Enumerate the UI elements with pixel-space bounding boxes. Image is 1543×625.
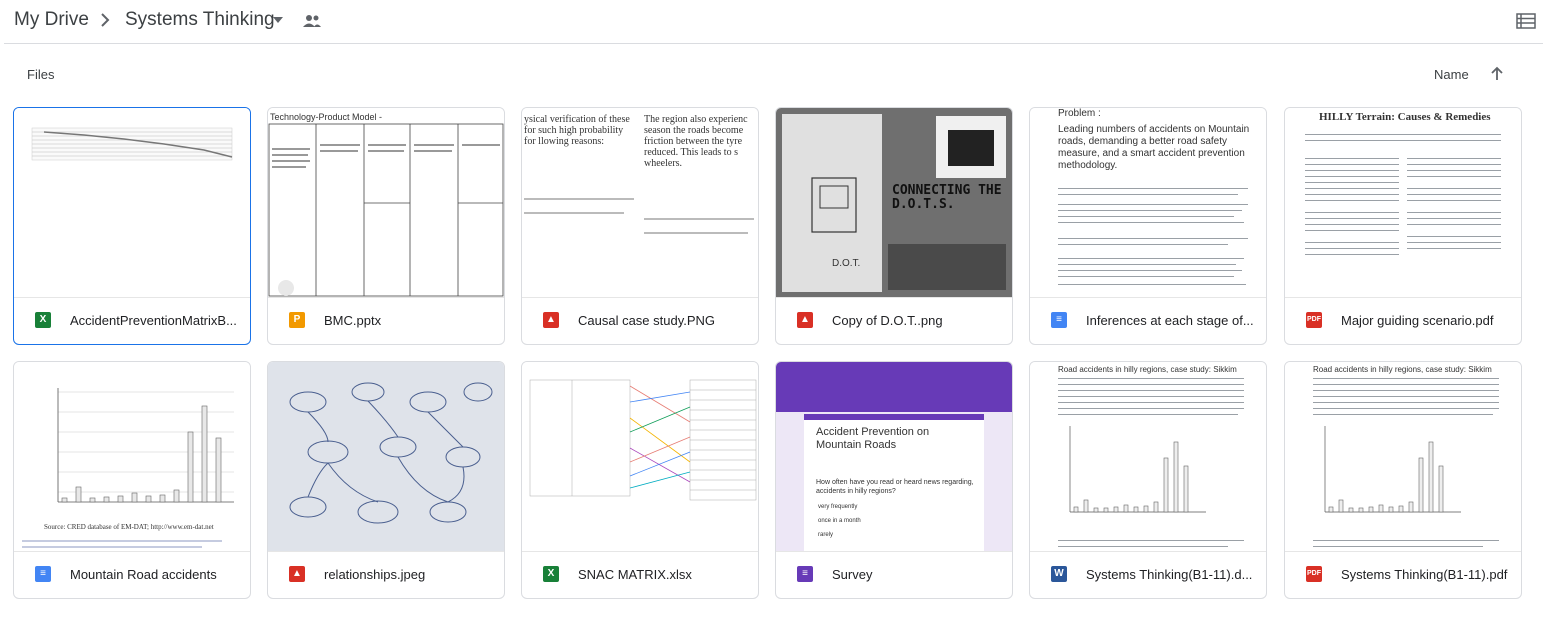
file-name[interactable]: Inferences at each stage of... — [1086, 312, 1258, 329]
thumbnail-bmc: Technology-Product Model - — [268, 108, 504, 298]
thumbnail-doc: Problem : Leading numbers of accidents o… — [1030, 108, 1266, 298]
file-card[interactable]: ▲ relationships.jpeg — [267, 361, 505, 599]
thumb-survey-option: rarely — [818, 532, 834, 538]
file-card-footer: ≡ Mountain Road accidents — [14, 552, 250, 598]
file-card-footer: P BMC.pptx — [268, 298, 504, 344]
file-name[interactable]: relationships.jpeg — [324, 566, 496, 583]
thumb-source-note: Source: CRED database of EM-DAT; http://… — [44, 523, 214, 531]
file-name[interactable]: AccidentPreventionMatrixB... — [70, 312, 242, 329]
file-card-footer: ▲ Copy of D.O.T..png — [776, 298, 1012, 344]
docs-icon: ≡ — [1051, 312, 1067, 328]
pdf-icon: PDF — [1306, 312, 1322, 328]
breadcrumb-my-drive[interactable]: My Drive — [14, 9, 89, 31]
file-card-footer: X AccidentPreventionMatrixB... — [14, 298, 250, 344]
thumbnail-pdf: HILLY Terrain: Causes & Remedies — [1285, 108, 1521, 298]
thumb-causal-col1: ysical verification of these for such hi… — [524, 114, 630, 147]
file-card[interactable]: Road accidents in hilly regions, case st… — [1284, 361, 1522, 599]
file-card[interactable]: Technology-Product Model - P BMC.pptx — [267, 107, 505, 345]
forms-icon: ≡ — [797, 566, 813, 582]
file-card[interactable]: Road accidents in hilly regions, case st… — [1029, 361, 1267, 599]
file-name[interactable]: Copy of D.O.T..png — [832, 312, 1004, 329]
thumb-causal-col2: The region also experienc season the roa… — [644, 114, 748, 169]
thumb-dot-title: CONNECTING THE D.O.T.S. — [892, 183, 1002, 212]
breadcrumb-folder[interactable]: Systems Thinking — [125, 9, 275, 31]
thumb-survey-title: Accident Prevention on Mountain Roads — [816, 426, 930, 451]
thumb-survey-option: very frequently — [818, 504, 858, 510]
file-card-footer: ≡ Survey — [776, 552, 1012, 598]
file-name[interactable]: BMC.pptx — [324, 312, 496, 329]
file-card[interactable]: CONNECTING THE D.O.T.S. D.O.T. ▲ Copy of… — [775, 107, 1013, 345]
list-view-icon[interactable] — [1516, 12, 1536, 30]
thumb-dot-label: D.O.T. — [832, 258, 861, 269]
sheets-icon: X — [543, 566, 559, 582]
file-card[interactable]: ysical verification of these for such hi… — [521, 107, 759, 345]
image-icon: ▲ — [543, 312, 559, 328]
thumb-survey-question: How often have you read or heard news re… — [816, 479, 974, 495]
file-card-footer: W Systems Thinking(B1-11).d... — [1030, 552, 1266, 598]
file-card[interactable]: X AccidentPreventionMatrixB... — [13, 107, 251, 345]
thumbnail-form: Accident Prevention on Mountain Roads Ho… — [776, 362, 1012, 552]
sheets-icon: X — [35, 312, 51, 328]
thumbnail-matrix — [522, 362, 758, 552]
header-divider — [4, 43, 1543, 44]
file-card-footer: PDF Systems Thinking(B1-11).pdf — [1285, 552, 1521, 598]
thumb-problem-title: Problem : — [1058, 108, 1101, 119]
file-card[interactable]: Problem : Leading numbers of accidents o… — [1029, 107, 1267, 345]
sort-by-name-button[interactable]: Name — [1434, 67, 1469, 82]
thumbnail-bar-chart: Source: CRED database of EM-DAT; http://… — [14, 362, 250, 552]
thumbnail-sketch — [268, 362, 504, 552]
thumbnail-spreadsheet — [14, 108, 250, 298]
file-name[interactable]: Mountain Road accidents — [70, 566, 242, 583]
file-card-footer: ≡ Inferences at each stage of... — [1030, 298, 1266, 344]
thumb-scenario-title: HILLY Terrain: Causes & Remedies — [1319, 111, 1491, 123]
file-name[interactable]: SNAC MATRIX.xlsx — [578, 566, 750, 583]
pdf-icon: PDF — [1306, 566, 1322, 582]
thumb-survey-option: once in a month — [818, 518, 861, 524]
file-name[interactable]: Survey — [832, 566, 1004, 583]
arrow-up-icon[interactable] — [1489, 66, 1505, 82]
thumbnail-causal: ysical verification of these for such hi… — [522, 108, 758, 298]
image-icon: ▲ — [289, 566, 305, 582]
file-card[interactable]: Accident Prevention on Mountain Roads Ho… — [775, 361, 1013, 599]
file-card-footer: X SNAC MATRIX.xlsx — [522, 552, 758, 598]
word-icon: W — [1051, 566, 1067, 582]
thumbnail-word: Road accidents in hilly regions, case st… — [1030, 362, 1266, 552]
slides-icon: P — [289, 312, 305, 328]
docs-icon: ≡ — [35, 566, 51, 582]
file-card-footer: ▲ relationships.jpeg — [268, 552, 504, 598]
file-name[interactable]: Causal case study.PNG — [578, 312, 750, 329]
file-card[interactable]: X SNAC MATRIX.xlsx — [521, 361, 759, 599]
dropdown-caret-icon[interactable] — [272, 14, 284, 26]
file-name[interactable]: Major guiding scenario.pdf — [1341, 312, 1513, 329]
chevron-right-icon — [101, 13, 110, 27]
image-icon: ▲ — [797, 312, 813, 328]
thumbnail-pdf: Road accidents in hilly regions, case st… — [1285, 362, 1521, 552]
file-card-footer: PDF Major guiding scenario.pdf — [1285, 298, 1521, 344]
file-card[interactable]: HILLY Terrain: Causes & Remedies PDF Maj… — [1284, 107, 1522, 345]
file-name[interactable]: Systems Thinking(B1-11).d... — [1086, 566, 1258, 583]
thumbnail-dot: CONNECTING THE D.O.T.S. D.O.T. — [776, 108, 1012, 298]
thumb-problem-body: Leading numbers of accidents on Mountain… — [1058, 124, 1250, 171]
files-section-label: Files — [27, 67, 55, 82]
file-name[interactable]: Systems Thinking(B1-11).pdf — [1341, 566, 1513, 583]
file-card[interactable]: Source: CRED database of EM-DAT; http://… — [13, 361, 251, 599]
top-bar: My Drive Systems Thinking — [0, 0, 1543, 44]
file-card-footer: ▲ Causal case study.PNG — [522, 298, 758, 344]
shared-people-icon[interactable] — [302, 13, 322, 29]
